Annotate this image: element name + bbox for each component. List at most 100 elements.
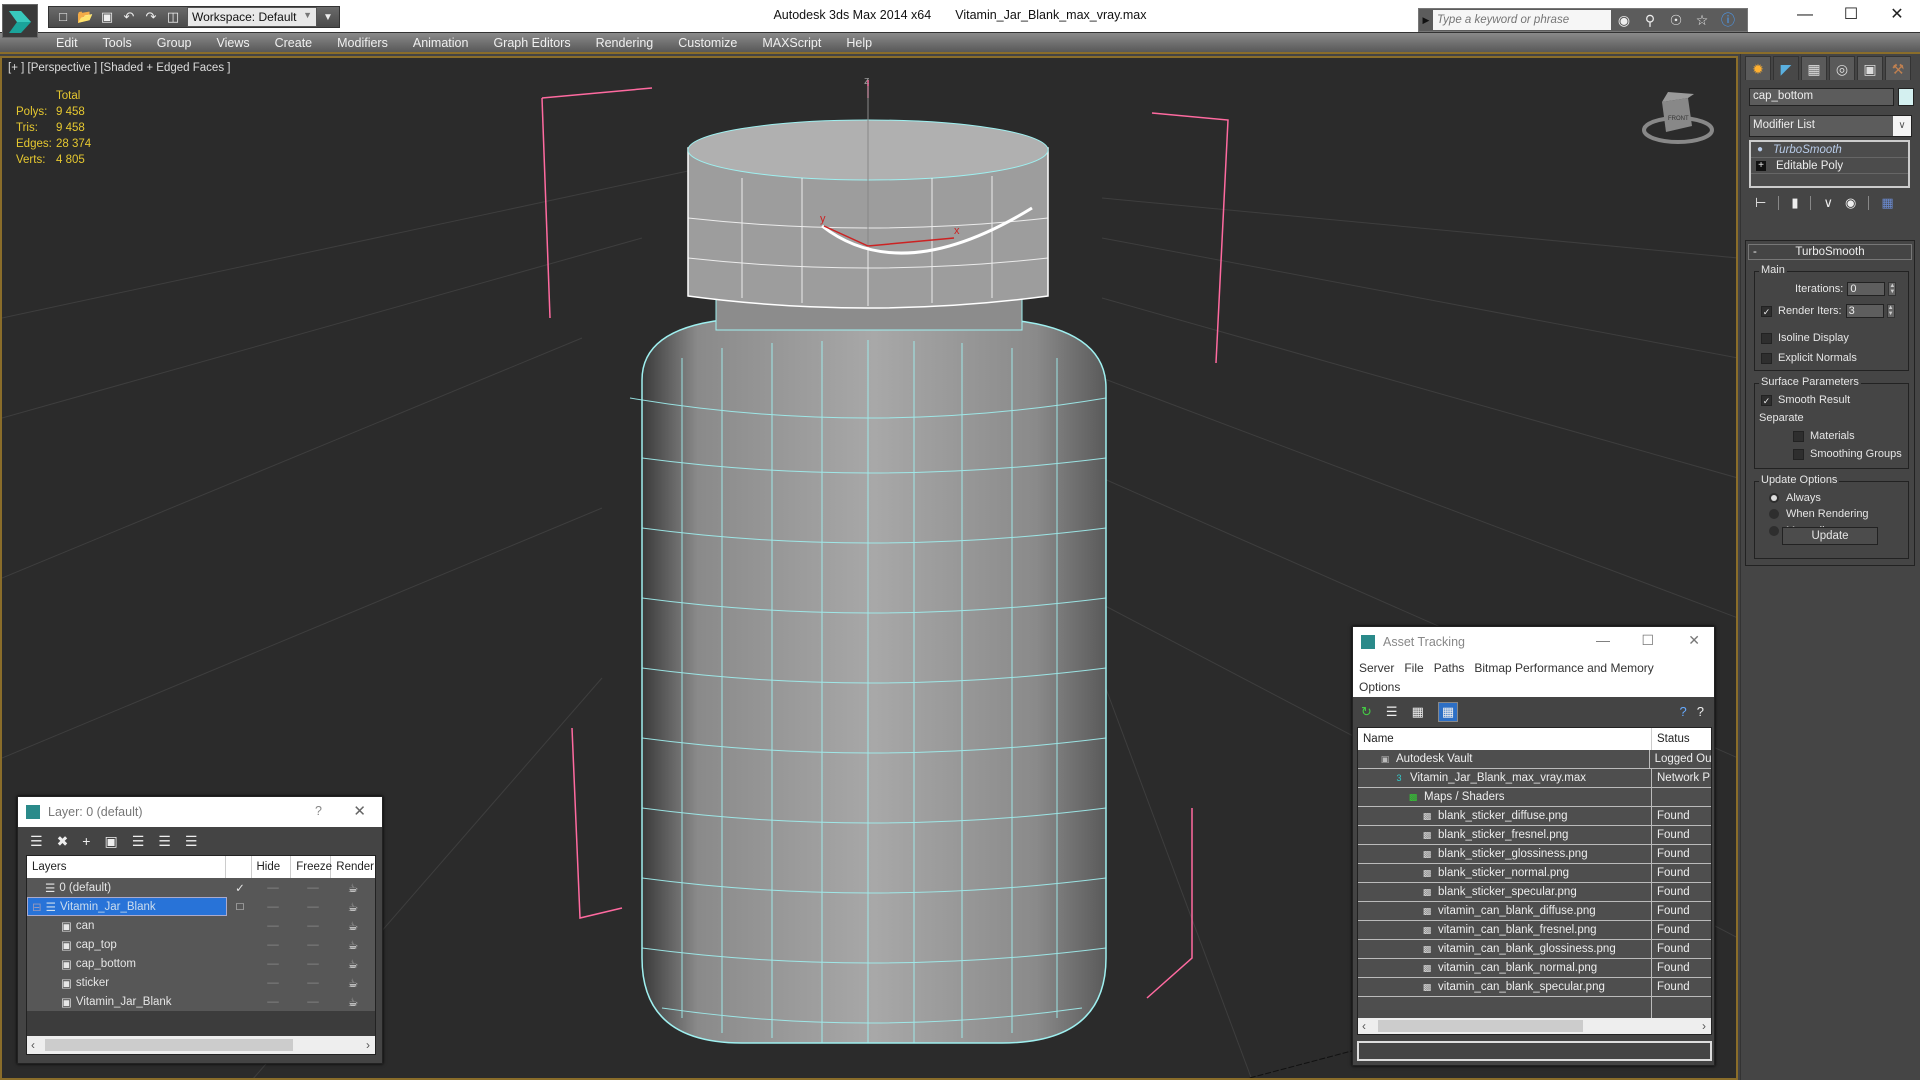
asset-row[interactable]: ▩ vitamin_can_blank_fresnel.png Found xyxy=(1358,921,1711,940)
hide-toggle[interactable]: — xyxy=(253,901,293,913)
close-icon[interactable]: ✕ xyxy=(353,802,366,820)
key-icon[interactable]: ⚲ xyxy=(1637,12,1663,29)
menu-animation[interactable]: Animation xyxy=(413,36,469,50)
layer-row[interactable]: ⊟ ☰ Vitamin_Jar_Blank □ — — ☕ xyxy=(27,897,375,916)
viewcube[interactable]: FRONT xyxy=(1638,88,1718,148)
open-file-icon[interactable]: 📂 xyxy=(77,9,93,25)
hide-toggle[interactable]: — xyxy=(253,939,293,951)
list-view-icon[interactable]: ☰ xyxy=(1386,704,1398,720)
satellite-icon[interactable]: ☉ xyxy=(1663,12,1689,29)
column-name[interactable]: Name xyxy=(1358,728,1652,750)
star-icon[interactable]: ☆ xyxy=(1689,12,1715,29)
redo-icon[interactable]: ↷ xyxy=(143,9,159,25)
path-field[interactable] xyxy=(1357,1041,1712,1061)
scroll-left-icon[interactable]: ‹ xyxy=(1362,1019,1366,1033)
horizontal-scrollbar[interactable]: ‹ › xyxy=(1358,1018,1711,1034)
lightbulb-icon[interactable]: ● xyxy=(1753,144,1767,155)
binoculars-icon[interactable]: ◉ xyxy=(1611,12,1637,29)
menu-group[interactable]: Group xyxy=(157,36,192,50)
object-row[interactable]: ▣ sticker — — ☕ xyxy=(27,973,375,992)
column-hide[interactable]: Hide xyxy=(252,856,292,878)
menu-tools[interactable]: Tools xyxy=(103,36,132,50)
app-menu-button[interactable] xyxy=(2,4,38,38)
object-row[interactable]: ▣ cap_top — — ☕ xyxy=(27,935,375,954)
rollout-header[interactable]: - TurboSmooth xyxy=(1748,244,1912,260)
remove-modifier-icon[interactable]: ◉ xyxy=(1845,195,1856,211)
select-layer-icon[interactable]: ☰ xyxy=(132,833,145,850)
object-row[interactable]: ▣ cap_bottom — — ☕ xyxy=(27,954,375,973)
table-view-icon[interactable]: ▦ xyxy=(1437,702,1459,722)
object-row[interactable]: ▣ can — — ☕ xyxy=(27,916,375,935)
menu-help[interactable]: Help xyxy=(846,36,872,50)
configure-sets-icon[interactable]: ▦ xyxy=(1881,195,1893,211)
column-current[interactable] xyxy=(226,856,252,878)
minimize-button[interactable]: — xyxy=(1782,0,1828,32)
save-icon[interactable]: ▣ xyxy=(99,9,115,25)
horizontal-scrollbar[interactable]: ‹ › xyxy=(27,1036,375,1054)
dialog-title-bar[interactable]: Layer: 0 (default) ? ✕ xyxy=(18,797,382,827)
spinner-arrows-icon[interactable]: ▲ ▼ xyxy=(1886,304,1895,318)
scroll-left-icon[interactable]: ‹ xyxy=(31,1038,35,1052)
asset-row[interactable]: ▩ vitamin_can_blank_diffuse.png Found xyxy=(1358,902,1711,921)
render-teapot-icon[interactable]: ☕ xyxy=(333,976,373,990)
create-layer-icon[interactable]: ☰ xyxy=(30,833,43,850)
new-file-icon[interactable]: □ xyxy=(55,9,71,25)
menu-rendering[interactable]: Rendering xyxy=(596,36,654,50)
scrollbar-thumb[interactable] xyxy=(45,1039,293,1051)
stack-item-turbosmooth[interactable]: ● TurboSmooth xyxy=(1751,142,1908,158)
asset-row[interactable]: ▩ blank_sticker_fresnel.png Found xyxy=(1358,826,1711,845)
tree-view-icon[interactable]: ▦ xyxy=(1412,704,1424,720)
isoline-display-checkbox[interactable] xyxy=(1761,332,1772,344)
help-button[interactable]: ? xyxy=(315,804,322,818)
collapse-icon[interactable]: ⊟ xyxy=(32,900,42,914)
refresh-icon[interactable]: ↻ xyxy=(1361,704,1372,720)
always-radio[interactable] xyxy=(1769,493,1779,503)
asset-row[interactable]: 3 Vitamin_Jar_Blank_max_vray.max Network P xyxy=(1358,769,1711,788)
freeze-toggle[interactable]: — xyxy=(293,977,333,989)
freeze-toggle[interactable]: — xyxy=(293,882,333,894)
menu-create[interactable]: Create xyxy=(275,36,313,50)
close-icon[interactable]: ✕ xyxy=(1688,632,1700,649)
asset-row[interactable]: ▩ vitamin_can_blank_normal.png Found xyxy=(1358,959,1711,978)
close-button[interactable]: ✕ xyxy=(1874,0,1920,32)
scroll-right-icon[interactable]: › xyxy=(1702,1019,1706,1033)
help-icon[interactable]: ⓘ xyxy=(1715,10,1741,30)
menu-maxscript[interactable]: MAXScript xyxy=(762,36,821,50)
modify-tab-icon[interactable]: ◤ xyxy=(1773,56,1799,80)
asset-row[interactable]: ▩ blank_sticker_glossiness.png Found xyxy=(1358,845,1711,864)
explicit-normals-checkbox[interactable] xyxy=(1761,352,1772,364)
menu-file[interactable]: File xyxy=(1404,661,1423,675)
select-objects-icon[interactable]: ▣ xyxy=(104,833,117,850)
menu-bitmap-performance[interactable]: Bitmap Performance and Memory xyxy=(1474,661,1653,675)
materials-checkbox[interactable] xyxy=(1793,430,1804,442)
asset-row[interactable]: ▩ blank_sticker_specular.png Found xyxy=(1358,883,1711,902)
project-folder-icon[interactable]: ◫ xyxy=(165,9,181,25)
asset-row[interactable]: ▩ Maps / Shaders xyxy=(1358,788,1711,807)
render-teapot-icon[interactable]: ☕ xyxy=(333,919,373,933)
render-iters-checkbox[interactable]: ✓ xyxy=(1761,305,1772,317)
menu-options[interactable]: Options xyxy=(1359,680,1400,694)
hide-freeze-all-icon[interactable]: ☰ xyxy=(185,833,198,850)
add-to-layer-icon[interactable]: + xyxy=(82,833,90,849)
motion-tab-icon[interactable]: ◎ xyxy=(1829,56,1855,80)
toolbar-menu-icon[interactable]: ▼ xyxy=(323,12,333,23)
undo-icon[interactable]: ↶ xyxy=(121,9,137,25)
hide-toggle[interactable]: — xyxy=(253,958,293,970)
expand-plus-icon[interactable]: + xyxy=(1756,160,1766,171)
object-name-field[interactable]: cap_bottom xyxy=(1749,88,1894,106)
maximize-button[interactable]: ☐ xyxy=(1828,0,1874,32)
display-tab-icon[interactable]: ▣ xyxy=(1857,56,1883,80)
current-layer-checkbox[interactable]: □ xyxy=(227,901,253,913)
smoothing-groups-checkbox[interactable] xyxy=(1793,448,1804,460)
scroll-right-icon[interactable]: › xyxy=(366,1038,370,1052)
column-status[interactable]: Status xyxy=(1652,733,1690,745)
freeze-toggle[interactable]: — xyxy=(293,901,333,913)
spinner-arrows-icon[interactable]: ▲ ▼ xyxy=(1888,282,1897,296)
layer-row[interactable]: ☰ 0 (default) ✓ — — ☕ xyxy=(27,878,375,897)
render-teapot-icon[interactable]: ☕ xyxy=(333,938,373,952)
render-teapot-icon[interactable]: ☕ xyxy=(333,900,373,914)
column-render[interactable]: Render xyxy=(331,856,375,878)
render-iters-spinner[interactable]: 3 xyxy=(1845,304,1884,318)
expand-arrow-icon[interactable]: ▶ xyxy=(1419,15,1433,26)
menu-customize[interactable]: Customize xyxy=(678,36,737,50)
